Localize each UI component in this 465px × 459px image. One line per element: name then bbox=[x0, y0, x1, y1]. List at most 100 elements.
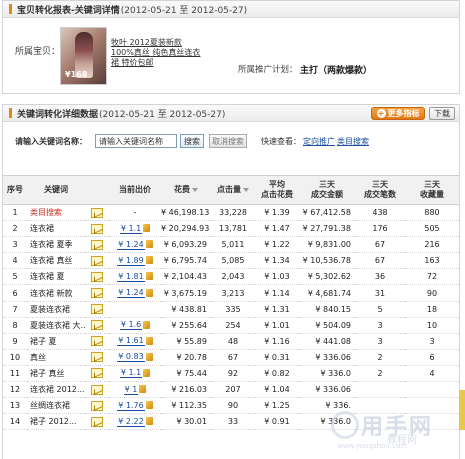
bid-value[interactable]: ¥ 1.1 bbox=[119, 368, 143, 379]
keyword-cell[interactable]: 连衣裙 bbox=[27, 220, 85, 238]
keyword-cell[interactable]: 连衣裙 新款 bbox=[27, 284, 85, 302]
edit-bid-icon[interactable] bbox=[145, 272, 153, 281]
keyword-cell[interactable]: 类目搜索 bbox=[27, 204, 85, 222]
trend-chart-icon[interactable] bbox=[91, 320, 103, 331]
product-thumbnail[interactable]: ¥168 bbox=[60, 27, 107, 85]
bid-cell[interactable]: ¥ 2.22 bbox=[109, 413, 161, 431]
trend-chart-icon[interactable] bbox=[91, 223, 103, 234]
trend-chart-icon[interactable] bbox=[91, 288, 103, 299]
bid-value[interactable]: ¥ 1.1 bbox=[119, 224, 143, 234]
col-header-3day-orders[interactable]: 三天 成交笔数 bbox=[355, 175, 405, 205]
bid-cell[interactable]: ¥ 1.1 bbox=[109, 365, 161, 383]
bid-value[interactable]: ¥ 1.6 bbox=[119, 320, 143, 331]
bid-value[interactable]: ¥ 1 bbox=[123, 385, 139, 395]
bid-cell[interactable]: ¥ 1.24 bbox=[109, 284, 161, 302]
trend-chart-icon[interactable] bbox=[91, 416, 103, 427]
keyword-search-input[interactable] bbox=[95, 134, 177, 148]
edit-bid-icon[interactable] bbox=[143, 368, 151, 377]
table-row[interactable]: 9 裙子 夏 ¥ 1.61 ¥ 55.89 48 ¥ 1.16 ¥ 441.08 3 3 bbox=[3, 333, 459, 350]
table-row[interactable]: 10 真丝 ¥ 0.83 ¥ 20.78 67 ¥ 0.31 ¥ 336.06 2 6 bbox=[3, 349, 459, 366]
download-button[interactable]: 下载 bbox=[429, 107, 455, 120]
bid-cell[interactable]: ¥ 1 bbox=[109, 381, 161, 399]
trend-chart-icon[interactable] bbox=[91, 271, 103, 282]
bid-cell[interactable]: ¥ 1.89 bbox=[109, 252, 161, 270]
table-row[interactable]: 5 连衣裙 夏 ¥ 1.81 ¥ 2,104.43 2,043 ¥ 1.03 ¥ 5,302… bbox=[3, 268, 459, 286]
trend-cell[interactable] bbox=[85, 317, 109, 334]
keyword-cell[interactable]: 连衣裙 夏 bbox=[27, 268, 85, 286]
trend-cell[interactable] bbox=[85, 349, 109, 366]
trend-chart-icon[interactable] bbox=[91, 207, 103, 218]
table-row[interactable]: 13 丝绸连衣裙 ¥ 1.76 ¥ 112.35 90 ¥ 1.25 ¥ 336. bbox=[3, 397, 459, 415]
table-row[interactable]: 6 连衣裙 新款 ¥ 1.24 ¥ 3,675.19 3,213 ¥ 1.14 ¥ 4,68… bbox=[3, 284, 459, 302]
keyword-cell[interactable]: 丝绸连衣裙 bbox=[27, 397, 85, 415]
col-header-keyword[interactable]: 关键词 bbox=[27, 175, 85, 205]
product-name-link[interactable]: 牧叶 2012夏装新款 100%真丝 纯色真丝连衣裙 特价包邮 bbox=[111, 38, 207, 68]
bid-value[interactable]: ¥ 1.81 bbox=[117, 272, 145, 282]
keyword-cell[interactable]: 裙子 真丝 bbox=[27, 365, 85, 383]
col-header-cpc[interactable]: 平均 点击花费 bbox=[255, 175, 299, 205]
trend-chart-icon[interactable] bbox=[91, 304, 103, 315]
col-header-bid[interactable]: 当前出价 bbox=[109, 175, 161, 205]
trend-cell[interactable] bbox=[85, 397, 109, 415]
quick-link-targeted-promotion[interactable]: 定向推广 bbox=[303, 136, 335, 147]
bid-cell[interactable]: ¥ 0.83 bbox=[109, 349, 161, 366]
keyword-cell[interactable]: 裙子 夏 bbox=[27, 333, 85, 350]
table-row[interactable]: 11 裙子 真丝 ¥ 1.1 ¥ 75.44 92 ¥ 0.82 ¥ 336.0 2 4 bbox=[3, 365, 459, 383]
edit-bid-icon[interactable] bbox=[145, 417, 153, 426]
keyword-cell[interactable]: 连衣裙 真丝 bbox=[27, 252, 85, 270]
bid-value[interactable]: ¥ 1.24 bbox=[117, 288, 145, 299]
more-metrics-button[interactable]: + 更多指标 bbox=[371, 107, 425, 120]
trend-cell[interactable] bbox=[85, 381, 109, 399]
edit-bid-icon[interactable] bbox=[143, 320, 151, 329]
trend-chart-icon[interactable] bbox=[91, 352, 103, 363]
table-row[interactable]: 8 夏装连衣裙 大... ¥ 1.6 ¥ 255.64 254 ¥ 1.01 ¥ 504.0… bbox=[3, 317, 459, 334]
bid-cell[interactable] bbox=[109, 301, 161, 318]
bid-cell[interactable]: ¥ 1.76 bbox=[109, 397, 161, 415]
table-row[interactable]: 12 连衣裙 2012... ¥ 1 ¥ 216.03 207 ¥ 1.04 ¥ 336.0… bbox=[3, 381, 459, 399]
edit-bid-icon[interactable] bbox=[145, 336, 153, 345]
keyword-cell[interactable]: 真丝 bbox=[27, 349, 85, 366]
trend-cell[interactable] bbox=[85, 220, 109, 238]
bid-cell[interactable]: ¥ 1.24 bbox=[109, 236, 161, 254]
keyword-cell[interactable]: 连衣裙 2012... bbox=[27, 381, 85, 399]
edit-bid-icon[interactable] bbox=[145, 352, 153, 361]
trend-cell[interactable] bbox=[85, 413, 109, 431]
col-header-3day-amount[interactable]: 三天 成交金额 bbox=[299, 175, 355, 205]
trend-cell[interactable] bbox=[85, 204, 109, 222]
bid-value[interactable]: ¥ 1.61 bbox=[117, 336, 145, 347]
edit-bid-icon[interactable] bbox=[145, 401, 153, 410]
table-row[interactable]: 4 连衣裙 真丝 ¥ 1.89 ¥ 6,795.74 5,085 ¥ 1.34 ¥ 10,5… bbox=[3, 252, 459, 270]
table-row[interactable]: 1 类目搜索 - ¥ 46,198.13 33,228 ¥ 1.39 ¥ 67,412.58… bbox=[3, 204, 459, 222]
trend-chart-icon[interactable] bbox=[91, 368, 103, 379]
trend-cell[interactable] bbox=[85, 365, 109, 383]
table-row[interactable]: 14 裙子 2012... ¥ 2.22 ¥ 30.01 33 ¥ 0.91 ¥ 336.0 bbox=[3, 413, 459, 431]
trend-cell[interactable] bbox=[85, 268, 109, 286]
col-header-3day-favorites[interactable]: 三天 收藏量 bbox=[405, 175, 459, 205]
side-feedback-tab[interactable] bbox=[459, 390, 465, 430]
keyword-cell[interactable]: 夏装连衣裙 大... bbox=[27, 317, 85, 334]
trend-cell[interactable] bbox=[85, 301, 109, 318]
bid-value[interactable]: ¥ 1.76 bbox=[117, 401, 145, 411]
trend-chart-icon[interactable] bbox=[91, 239, 103, 250]
trend-cell[interactable] bbox=[85, 252, 109, 270]
bid-value[interactable]: ¥ 1.89 bbox=[117, 256, 145, 266]
trend-chart-icon[interactable] bbox=[91, 336, 103, 347]
bid-cell[interactable]: ¥ 1.81 bbox=[109, 268, 161, 286]
keyword-cell[interactable]: 裙子 2012... bbox=[27, 413, 85, 431]
search-button[interactable]: 搜索 bbox=[180, 134, 204, 148]
col-header-clicks[interactable]: 点击量 bbox=[211, 175, 255, 205]
trend-chart-icon[interactable] bbox=[91, 255, 103, 266]
edit-bid-icon[interactable] bbox=[145, 288, 153, 297]
bid-cell[interactable]: ¥ 1.61 bbox=[109, 333, 161, 350]
table-row[interactable]: 3 连衣裙 夏季 ¥ 1.24 ¥ 6,093.29 5,011 ¥ 1.22 ¥ 9,83… bbox=[3, 236, 459, 254]
trend-chart-icon[interactable] bbox=[91, 384, 103, 395]
quick-link-category-search[interactable]: 类目搜索 bbox=[337, 136, 369, 147]
table-row[interactable]: 2 连衣裙 ¥ 1.1 ¥ 20,294.93 13,781 ¥ 1.47 ¥ 27,791… bbox=[3, 220, 459, 238]
bid-cell[interactable]: - bbox=[109, 204, 161, 222]
bid-cell[interactable]: ¥ 1.1 bbox=[109, 220, 161, 238]
table-row[interactable]: 7 夏装连衣裙 ¥ 438.81 335 ¥ 1.31 ¥ 840.15 5 18 bbox=[3, 301, 459, 318]
edit-bid-icon[interactable] bbox=[145, 256, 153, 265]
col-header-cost[interactable]: 花费 bbox=[161, 175, 211, 205]
col-header-no[interactable]: 序号 bbox=[3, 175, 27, 205]
cancel-search-button[interactable]: 取消搜索 bbox=[209, 134, 247, 148]
